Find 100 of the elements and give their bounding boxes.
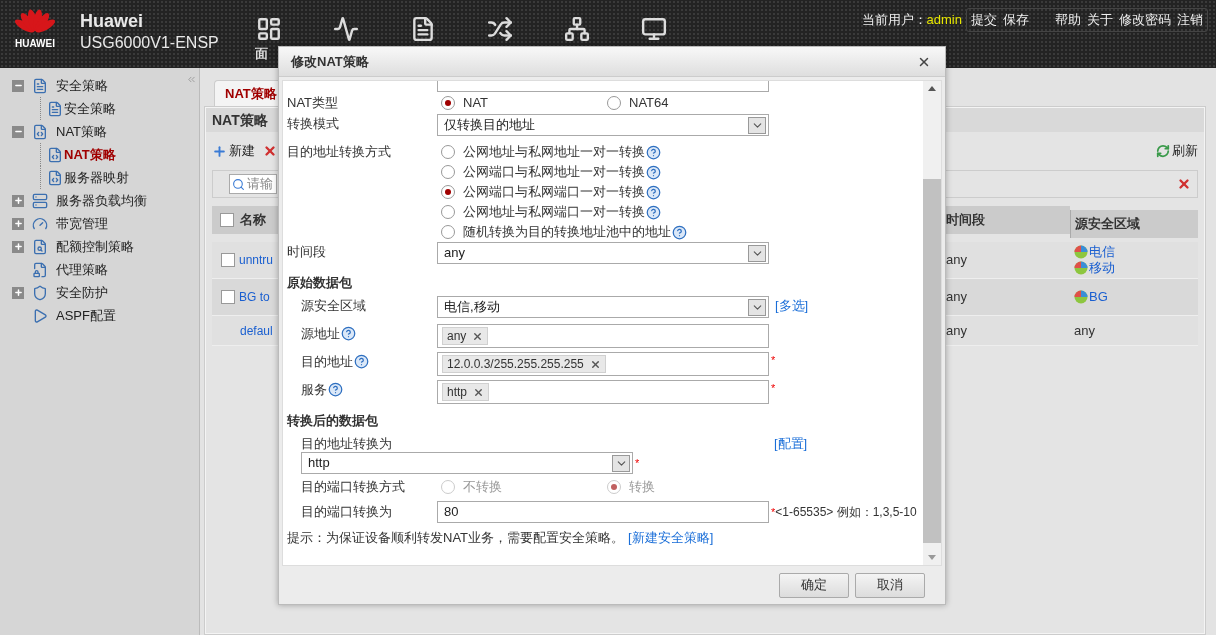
- range-note: <1-65535> 例如：1,3,5-10: [775, 504, 917, 521]
- policy-link[interactable]: unntru: [239, 251, 274, 269]
- help-icon[interactable]: [328, 382, 343, 398]
- field-label: 目的地址: [301, 353, 353, 371]
- radio-label: NAT: [463, 94, 489, 113]
- header-link[interactable]: 修改密码: [1119, 10, 1171, 30]
- help-icon[interactable]: [672, 224, 687, 240]
- user-label: 当前用户：: [861, 11, 927, 30]
- multi-select-link[interactable]: [多选]: [775, 296, 809, 316]
- header-link[interactable]: 注销: [1177, 10, 1203, 30]
- collapse-toggle[interactable]: [12, 79, 24, 92]
- text-input[interactable]: 80: [437, 501, 769, 523]
- server-icon: [32, 192, 48, 209]
- radio-button[interactable]: [441, 205, 455, 219]
- radio-button[interactable]: [607, 96, 621, 110]
- radio-label: 公网端口与私网端口一对一转换: [463, 183, 645, 202]
- help-icon[interactable]: [646, 164, 661, 180]
- plus-icon: [13, 242, 23, 251]
- zone-link[interactable]: 电信: [1089, 244, 1115, 260]
- code-file-icon: [32, 123, 48, 140]
- cancel-button[interactable]: 取消: [855, 572, 925, 598]
- radio-button[interactable]: [441, 225, 455, 239]
- tree-item[interactable]: 服务器负载均衡: [56, 190, 147, 211]
- radio-button[interactable]: [441, 165, 455, 179]
- refresh-icon: [1156, 144, 1170, 158]
- tag-field[interactable]: any: [437, 324, 769, 348]
- radio-button[interactable]: [441, 96, 455, 110]
- collapse-toggle[interactable]: [12, 125, 24, 138]
- expand-toggle[interactable]: [12, 194, 24, 207]
- radio-button[interactable]: [441, 185, 455, 199]
- dropdown-button[interactable]: [748, 244, 766, 262]
- tree-item[interactable]: NAT策略: [64, 144, 116, 165]
- remove-icon[interactable]: [473, 386, 484, 398]
- remove-icon[interactable]: [472, 330, 484, 342]
- scrollbar[interactable]: [923, 81, 941, 565]
- dropdown-button[interactable]: [748, 298, 766, 316]
- remove-icon[interactable]: [589, 358, 601, 370]
- checkbox[interactable]: [221, 290, 235, 304]
- tree-item[interactable]: 安全策略: [56, 75, 108, 96]
- tree-item[interactable]: NAT策略: [56, 121, 108, 142]
- logo-text: HUAWEI: [15, 37, 55, 51]
- plus-icon: [13, 288, 23, 297]
- delete-icon[interactable]: [263, 144, 277, 158]
- radio-label: 转换: [629, 478, 655, 497]
- policy-link[interactable]: BG to: [239, 288, 270, 306]
- field-label: 目的端口转换方式: [301, 478, 405, 497]
- select-field[interactable]: 电信,移动: [437, 296, 769, 318]
- select-field[interactable]: 仅转换目的地址: [437, 114, 769, 136]
- checkbox[interactable]: [220, 213, 234, 227]
- header-link[interactable]: 保存: [1003, 10, 1029, 30]
- tag-field[interactable]: 12.0.0.3/255.255.255.255: [437, 352, 769, 376]
- field-label: 源安全区域: [301, 297, 366, 315]
- expand-toggle[interactable]: [12, 217, 24, 230]
- table-cell-text: any: [1074, 321, 1096, 340]
- tree-item[interactable]: 配额控制策略: [56, 236, 134, 257]
- tree-item[interactable]: 带宽管理: [56, 213, 108, 234]
- tag-field[interactable]: http: [437, 380, 769, 404]
- tree-item[interactable]: ASPF配置: [56, 305, 116, 326]
- field-label: 源地址: [301, 325, 340, 343]
- section-heading: 原始数据包: [287, 274, 352, 293]
- tree-item[interactable]: 代理策略: [56, 259, 108, 280]
- help-icon[interactable]: [341, 326, 356, 342]
- header-link[interactable]: 帮助: [1055, 10, 1081, 30]
- search-field[interactable]: 请输: [229, 174, 277, 194]
- help-icon[interactable]: [646, 184, 661, 200]
- text-input[interactable]: [437, 81, 769, 92]
- plus-icon: [13, 196, 23, 205]
- tree-item[interactable]: 服务器映射: [64, 167, 129, 188]
- field-label: 时间段: [287, 243, 326, 261]
- clear-icon[interactable]: [1177, 177, 1191, 191]
- new-button[interactable]: 新建: [212, 141, 255, 161]
- swap-icon: [486, 16, 513, 42]
- search-icon: [232, 177, 245, 191]
- tree-item[interactable]: 安全防护: [56, 282, 108, 303]
- select-field[interactable]: any: [437, 242, 769, 264]
- select-field[interactable]: http: [301, 452, 633, 474]
- header-link[interactable]: 关于: [1087, 10, 1113, 30]
- checkbox[interactable]: [221, 253, 235, 267]
- expand-toggle[interactable]: [12, 240, 24, 253]
- radio-button[interactable]: [441, 145, 455, 159]
- radio-label: NAT64: [629, 94, 669, 113]
- dropdown-button[interactable]: [748, 116, 766, 134]
- confirm-button[interactable]: 确定: [779, 572, 849, 598]
- help-icon[interactable]: [646, 144, 661, 160]
- header-link[interactable]: 提交: [971, 10, 997, 30]
- radio-label: 公网地址与私网端口一对一转换: [463, 203, 645, 222]
- config-link[interactable]: [配置]: [774, 434, 808, 450]
- expand-toggle[interactable]: [12, 286, 24, 299]
- table-cell-text: any: [946, 321, 967, 340]
- zone-link[interactable]: 移动: [1089, 260, 1115, 276]
- tree-item[interactable]: 安全策略: [64, 98, 116, 119]
- help-icon[interactable]: [354, 354, 369, 370]
- dropdown-button[interactable]: [612, 454, 630, 472]
- policy-link[interactable]: defaul: [240, 321, 273, 340]
- zone-link[interactable]: BG: [1089, 289, 1108, 305]
- new-policy-link[interactable]: [新建安全策略]: [628, 528, 714, 548]
- gauge-icon: [32, 215, 48, 232]
- refresh-button[interactable]: 刷新: [1156, 141, 1198, 161]
- tag: http: [442, 383, 489, 401]
- help-icon[interactable]: [646, 204, 661, 220]
